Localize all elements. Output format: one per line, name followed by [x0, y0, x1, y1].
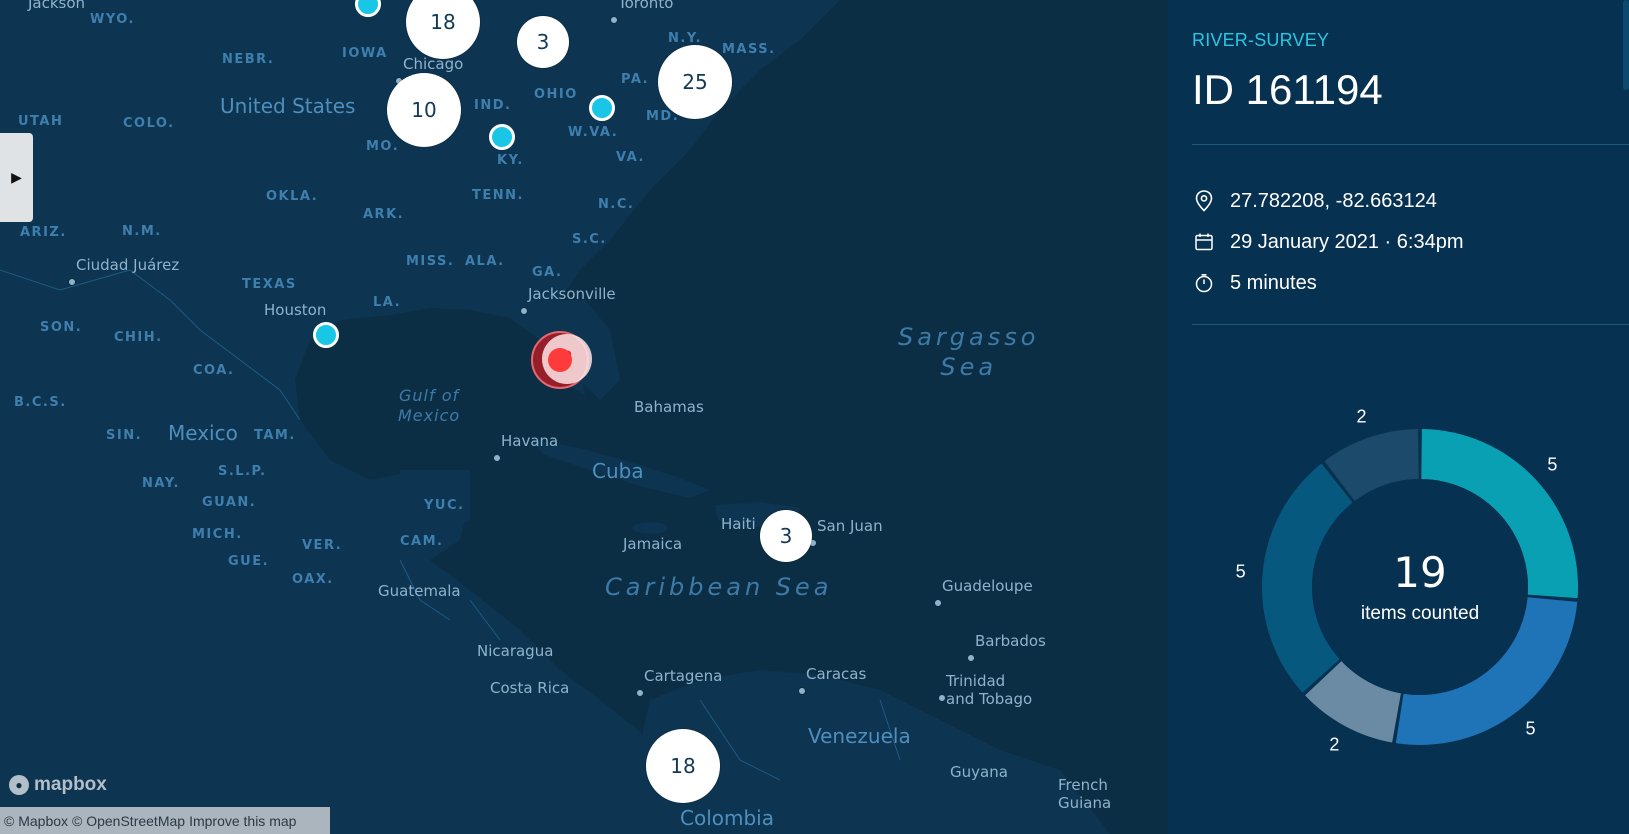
survey-point-marker[interactable] — [313, 322, 339, 348]
state-label: NEBR. — [222, 52, 275, 67]
donut-segment-label: 5 — [1525, 718, 1536, 739]
state-label: LA. — [373, 295, 402, 310]
cluster-marker[interactable]: 25 — [658, 45, 732, 119]
city-dot — [68, 278, 76, 286]
donut-segment-label: 2 — [1329, 734, 1340, 755]
state-label: N.M. — [122, 224, 162, 239]
play-triangle-icon: ▶ — [11, 169, 22, 185]
city-label: Ciudad Juárez — [76, 256, 180, 274]
state-label: ARIZ. — [20, 225, 67, 240]
divider — [1192, 324, 1629, 325]
city-label: Jacksonville — [528, 285, 616, 303]
total-count: 19 — [1393, 548, 1447, 597]
city-label: Houston — [264, 301, 327, 319]
donut-segment-label: 5 — [1547, 454, 1558, 475]
state-label: MO. — [366, 139, 400, 154]
coordinates-text: 27.782208, -82.663124 — [1230, 189, 1437, 212]
state-label: N.C. — [598, 197, 635, 212]
duration-row: 5 minutes — [1192, 271, 1317, 295]
state-label: KY. — [497, 153, 524, 168]
cluster-marker[interactable]: 10 — [387, 73, 461, 147]
donut-segment-label: 2 — [1356, 406, 1367, 427]
donut-segment-label: 5 — [1235, 561, 1246, 582]
state-label: S.C. — [572, 232, 607, 247]
state-label: IOWA — [342, 46, 388, 61]
state-label: SON. — [40, 320, 83, 335]
state-label: IND. — [474, 98, 512, 113]
state-label: WYO. — [90, 12, 135, 27]
stopwatch-icon — [1192, 271, 1216, 295]
state-label: OHIO — [534, 87, 578, 102]
record-id-title: ID 161194 — [1192, 66, 1383, 113]
duration-text: 5 minutes — [1230, 271, 1317, 294]
state-label: TEXAS — [242, 277, 297, 292]
city-dot — [520, 307, 528, 315]
country-label: United States — [220, 94, 356, 118]
city-label: Toronto — [618, 0, 674, 12]
state-label: UTAH — [18, 114, 64, 129]
state-label: TENN. — [472, 188, 524, 203]
divider — [1192, 144, 1629, 145]
cluster-marker[interactable]: 3 — [517, 16, 569, 68]
state-label: MASS. — [722, 42, 776, 57]
state-label: GA. — [532, 265, 563, 280]
state-label: PA. — [621, 72, 650, 87]
location-pin-icon — [1192, 189, 1216, 213]
state-label: ALA. — [465, 254, 505, 269]
total-count-label: items counted — [1360, 603, 1480, 624]
state-label: COLO. — [123, 116, 175, 131]
state-label: OKLA. — [266, 189, 319, 204]
state-label: COA. — [193, 363, 235, 378]
city-label: Jackson — [28, 0, 86, 12]
survey-point-marker[interactable] — [589, 95, 615, 121]
state-label: CHIH. — [114, 330, 163, 345]
state-label: ARK. — [363, 207, 405, 222]
state-label: W.VA. — [568, 125, 619, 140]
datetime-row: 29 January 2021 · 6:34pm — [1192, 230, 1464, 254]
state-label: VA. — [616, 150, 645, 165]
state-label: MISS. — [406, 254, 455, 269]
water-label: Sargasso Sea — [898, 323, 1040, 381]
panel-toggle-button[interactable]: ▶ — [0, 133, 33, 222]
selected-marker-core — [548, 348, 572, 372]
city-dot — [610, 16, 618, 24]
survey-type-label: RIVER-SURVEY — [1192, 30, 1330, 50]
calendar-icon — [1192, 230, 1216, 254]
coordinates-row: 27.782208, -82.663124 — [1192, 189, 1437, 213]
survey-point-marker[interactable] — [489, 124, 515, 150]
panel-scrollbar[interactable] — [1623, 0, 1629, 90]
datetime-text: 29 January 2021 · 6:34pm — [1230, 230, 1464, 253]
state-label: N.Y. — [668, 31, 703, 46]
